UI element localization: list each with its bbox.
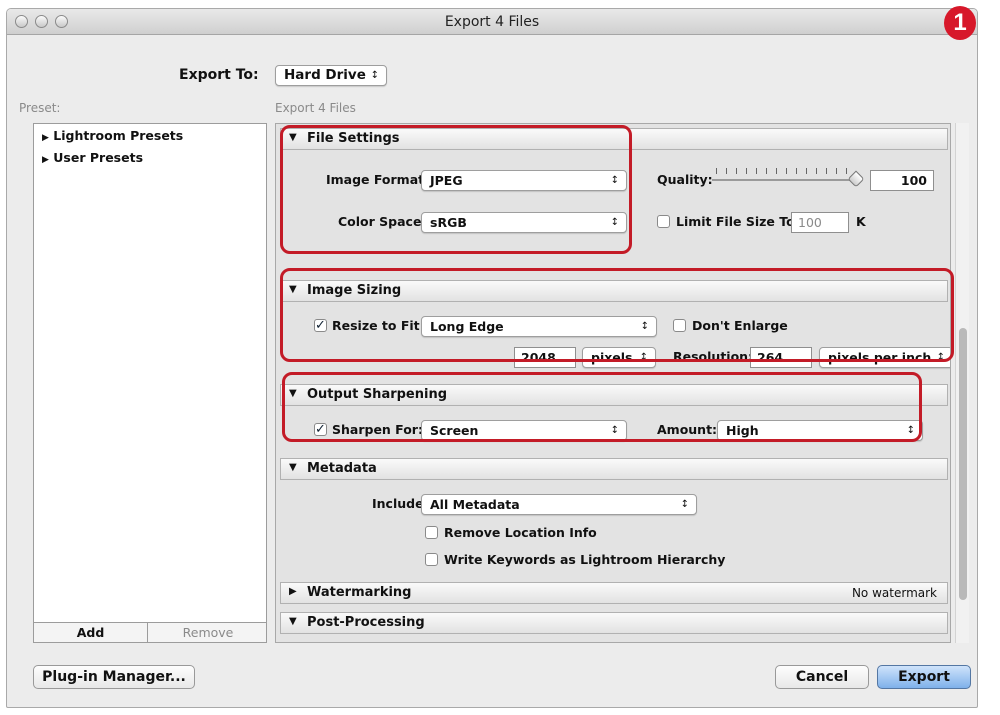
export-dialog: Export 4 Files Export To: Hard Drive ↕ P…: [6, 8, 978, 708]
write-keywords-label: Write Keywords as Lightroom Hierarchy: [444, 552, 726, 567]
updown-arrow-icon: ↕: [610, 217, 619, 228]
limit-file-size-input[interactable]: 100: [791, 212, 849, 233]
remove-preset-button[interactable]: Remove: [149, 623, 267, 643]
amount-value: High: [726, 423, 759, 438]
amount-select[interactable]: High ↕: [717, 420, 923, 441]
image-format-label: Image Format:: [326, 172, 430, 187]
resolution-unit-value: pixels per inch: [828, 350, 932, 365]
updown-arrow-icon: ↕: [610, 425, 619, 436]
updown-arrow-icon: ↕: [610, 175, 619, 186]
preset-folder-lightroom[interactable]: ▶ Lightroom Presets: [42, 128, 183, 143]
disclosure-open-icon: ▼: [289, 132, 297, 143]
settings-panel: ▼ File Settings Image Format: JPEG ↕ Col…: [275, 123, 951, 643]
amount-label: Amount:: [657, 422, 718, 437]
section-title: Watermarking: [307, 585, 412, 600]
section-file-settings[interactable]: ▼ File Settings: [280, 128, 948, 150]
sharpen-for-select[interactable]: Screen ↕: [421, 420, 627, 441]
updown-arrow-icon: ↕: [370, 70, 379, 81]
window-title: Export 4 Files: [444, 14, 540, 30]
scrollbar-thumb[interactable]: [959, 328, 967, 600]
resize-to-fit-select[interactable]: Long Edge ↕: [421, 316, 657, 337]
updown-arrow-icon: ↕: [906, 425, 915, 436]
limit-file-size-unit: K: [856, 214, 866, 229]
section-title: Metadata: [307, 461, 377, 476]
section-title: Post-Processing: [307, 615, 425, 630]
resize-to-fit-checkbox[interactable]: ✓: [314, 319, 327, 332]
resolution-input[interactable]: 264: [750, 347, 812, 368]
add-preset-button[interactable]: Add: [34, 623, 148, 643]
write-keywords-checkbox[interactable]: [425, 553, 438, 566]
sharpen-for-value: Screen: [430, 423, 479, 438]
disclosure-triangle-icon: ▶: [42, 133, 49, 143]
updown-arrow-icon: ↕: [680, 499, 689, 510]
section-watermarking[interactable]: ▶ Watermarking No watermark: [280, 582, 948, 604]
settings-scrollbar[interactable]: [955, 123, 969, 643]
title-bar: Export 4 Files: [7, 9, 977, 35]
section-output-sharpening[interactable]: ▼ Output Sharpening: [280, 384, 948, 406]
resize-to-fit-value: Long Edge: [430, 319, 504, 334]
export-to-label: Export To:: [179, 67, 259, 83]
color-space-value: sRGB: [430, 215, 467, 230]
updown-arrow-icon: ↕: [639, 352, 648, 363]
preset-folder-label: Lightroom Presets: [53, 128, 184, 143]
updown-arrow-icon: ↕: [936, 352, 945, 363]
resolution-label: Resolution:: [673, 349, 754, 364]
export-to-select[interactable]: Hard Drive ↕: [275, 65, 387, 86]
include-value: All Metadata: [430, 497, 520, 512]
quality-slider[interactable]: [712, 179, 862, 181]
color-space-select[interactable]: sRGB ↕: [421, 212, 627, 233]
sharpen-for-label: Sharpen For:: [332, 422, 423, 437]
section-title: File Settings: [307, 131, 400, 146]
disclosure-open-icon: ▼: [289, 284, 297, 295]
resize-to-fit-label: Resize to Fit:: [332, 318, 425, 333]
limit-file-size-checkbox[interactable]: [657, 215, 670, 228]
dimension-unit-select[interactable]: pixels ↕: [582, 347, 656, 368]
quality-slider-ticks: [716, 168, 856, 174]
limit-file-size-label: Limit File Size To:: [676, 214, 800, 229]
remove-location-label: Remove Location Info: [444, 525, 597, 540]
watermark-status: No watermark: [851, 586, 937, 600]
updown-arrow-icon: ↕: [640, 321, 649, 332]
plugin-manager-button[interactable]: Plug-in Manager...: [33, 665, 195, 689]
disclosure-open-icon: ▼: [289, 616, 297, 627]
preset-folder-label: User Presets: [53, 150, 144, 165]
disclosure-closed-icon: ▶: [289, 586, 297, 597]
preset-list: ▶ Lightroom Presets ▶ User Presets Add R…: [33, 123, 267, 643]
remove-location-checkbox[interactable]: [425, 526, 438, 539]
dont-enlarge-label: Don't Enlarge: [692, 318, 788, 333]
export-button[interactable]: Export: [877, 665, 971, 689]
disclosure-open-icon: ▼: [289, 388, 297, 399]
preset-folder-user[interactable]: ▶ User Presets: [42, 150, 143, 165]
image-format-select[interactable]: JPEG ↕: [421, 170, 627, 191]
step-number-badge: 1: [944, 6, 976, 40]
resolution-unit-select[interactable]: pixels per inch ↕: [819, 347, 950, 368]
sharpen-for-checkbox[interactable]: ✓: [314, 423, 327, 436]
dimension-input[interactable]: 2048: [514, 347, 576, 368]
disclosure-triangle-icon: ▶: [42, 155, 49, 165]
include-select[interactable]: All Metadata ↕: [421, 494, 697, 515]
section-title: Image Sizing: [307, 283, 402, 298]
cancel-button[interactable]: Cancel: [775, 665, 869, 689]
dimension-unit-value: pixels: [591, 350, 633, 365]
panel-header: Export 4 Files: [275, 101, 356, 115]
section-metadata[interactable]: ▼ Metadata: [280, 458, 948, 480]
dont-enlarge-checkbox[interactable]: [673, 319, 686, 332]
section-post-processing[interactable]: ▼ Post-Processing: [280, 612, 948, 634]
quality-label: Quality:: [657, 172, 713, 187]
export-to-value: Hard Drive: [284, 67, 366, 83]
section-image-sizing[interactable]: ▼ Image Sizing: [280, 280, 948, 302]
quality-input[interactable]: 100: [870, 170, 934, 191]
color-space-label: Color Space:: [338, 214, 427, 229]
disclosure-open-icon: ▼: [289, 462, 297, 473]
preset-header: Preset:: [19, 101, 61, 115]
section-title: Output Sharpening: [307, 387, 448, 402]
preset-buttons: Add Remove: [34, 622, 267, 643]
image-format-value: JPEG: [430, 173, 463, 188]
